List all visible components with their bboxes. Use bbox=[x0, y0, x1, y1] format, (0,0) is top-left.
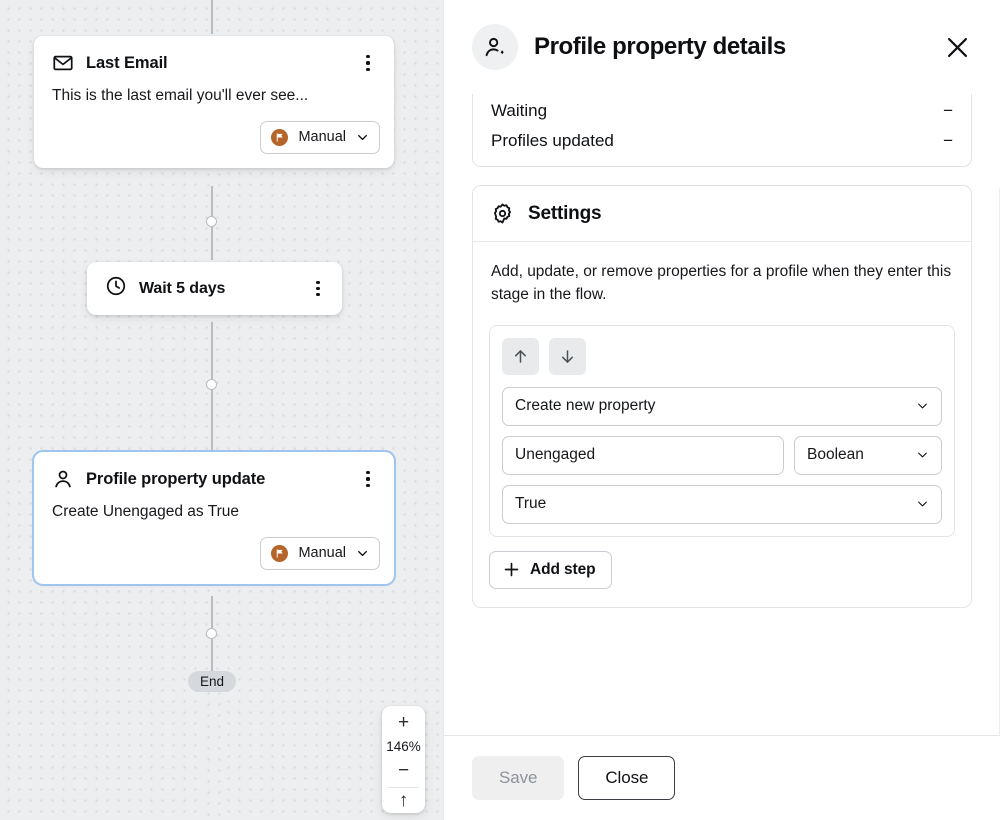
metric-value: − bbox=[943, 131, 953, 151]
add-step-button[interactable]: Add step bbox=[489, 551, 612, 589]
kebab-menu-icon[interactable] bbox=[358, 468, 378, 490]
property-name-input[interactable]: Unengaged bbox=[502, 436, 784, 475]
chevron-down-icon bbox=[916, 496, 929, 512]
panel-footer: Save Close bbox=[444, 735, 1000, 820]
property-type-value: Boolean bbox=[807, 446, 916, 464]
flow-card-title: Profile property update bbox=[86, 470, 346, 489]
chevron-down-icon bbox=[356, 547, 369, 560]
flow-card-title: Last Email bbox=[86, 54, 346, 73]
settings-title: Settings bbox=[528, 203, 601, 225]
flow-card-last-email[interactable]: Last Email This is the last email you'll… bbox=[34, 36, 394, 168]
metric-row-profiles-updated: Profiles updated − bbox=[473, 126, 971, 156]
trigger-label: Manual bbox=[298, 545, 346, 561]
flow-card-title: Wait 5 days bbox=[139, 280, 296, 298]
chevron-down-icon bbox=[916, 447, 929, 463]
connector-mask-end bbox=[200, 674, 224, 820]
metric-value: − bbox=[943, 101, 953, 121]
envelope-icon bbox=[52, 52, 74, 74]
property-name-value: Unengaged bbox=[515, 446, 771, 464]
trigger-manual-button[interactable]: Manual bbox=[260, 537, 380, 570]
kebab-menu-icon[interactable] bbox=[308, 278, 328, 300]
flow-card-body: This is the last email you'll ever see..… bbox=[34, 74, 394, 107]
arrow-down-icon[interactable] bbox=[549, 338, 586, 375]
action-select[interactable]: Create new property bbox=[502, 387, 942, 426]
clock-icon bbox=[105, 275, 127, 302]
flow-card-header: Profile property update bbox=[34, 452, 394, 490]
add-step-label: Add step bbox=[530, 561, 596, 579]
zoom-out-button[interactable]: − bbox=[382, 758, 425, 783]
flow-end-node[interactable]: End bbox=[188, 671, 236, 692]
fit-to-screen-button[interactable]: ↑ bbox=[382, 788, 425, 813]
plus-icon bbox=[502, 560, 521, 579]
chevron-down-icon bbox=[356, 131, 369, 144]
person-icon bbox=[52, 468, 74, 490]
kebab-menu-icon[interactable] bbox=[358, 52, 378, 74]
panel-content: Based on the last 30 days Waiting − Prof… bbox=[472, 94, 972, 608]
zoom-in-button[interactable]: + bbox=[382, 710, 425, 735]
action-select-value: Create new property bbox=[515, 397, 916, 415]
settings-description: Add, update, or remove properties for a … bbox=[473, 242, 971, 311]
chevron-down-icon bbox=[916, 398, 929, 414]
profile-property-details-panel: Profile property details Based on the la… bbox=[443, 0, 1000, 820]
arrow-up-icon[interactable] bbox=[502, 338, 539, 375]
flag-circle-icon bbox=[271, 129, 288, 146]
flow-card-wait[interactable]: Wait 5 days bbox=[87, 262, 342, 315]
panel-header: Profile property details bbox=[444, 0, 1000, 94]
trigger-manual-button[interactable]: Manual bbox=[260, 121, 380, 154]
step-reorder-controls bbox=[502, 338, 942, 375]
settings-header: Settings bbox=[473, 186, 971, 242]
trigger-label: Manual bbox=[298, 129, 346, 145]
panel-scroll-area[interactable]: Based on the last 30 days Waiting − Prof… bbox=[444, 94, 1000, 735]
property-value-select[interactable]: True bbox=[502, 485, 942, 524]
flow-card-body: Create Unengaged as True bbox=[34, 490, 394, 523]
metric-row-waiting: Waiting − bbox=[473, 96, 971, 126]
settings-card: Settings Add, update, or remove properti… bbox=[472, 185, 972, 608]
app-root: Last Email This is the last email you'll… bbox=[0, 0, 1000, 820]
flag-circle-icon bbox=[271, 545, 288, 562]
metric-label: Waiting bbox=[491, 101, 943, 121]
flow-card-header: Wait 5 days bbox=[87, 262, 342, 315]
close-icon[interactable] bbox=[942, 32, 972, 62]
metric-label: Profiles updated bbox=[491, 131, 943, 151]
flow-card-footer: Manual bbox=[34, 523, 394, 584]
settings-step-box: Create new property Unengaged Boolean bbox=[489, 325, 955, 537]
property-row: Unengaged Boolean bbox=[502, 436, 942, 485]
property-type-select[interactable]: Boolean bbox=[794, 436, 942, 475]
add-step-wrap: Add step bbox=[473, 537, 971, 607]
flow-card-header: Last Email bbox=[34, 36, 394, 74]
property-value-text: True bbox=[515, 495, 916, 513]
gear-icon bbox=[491, 202, 514, 225]
person-property-icon bbox=[472, 24, 518, 70]
flow-card-profile-property-update[interactable]: Profile property update Create Unengaged… bbox=[34, 452, 394, 584]
save-button[interactable]: Save bbox=[472, 756, 564, 800]
flow-canvas[interactable]: Last Email This is the last email you'll… bbox=[0, 0, 443, 820]
connector-node-2[interactable] bbox=[206, 379, 217, 390]
flow-card-footer: Manual bbox=[34, 107, 394, 168]
page-title: Profile property details bbox=[534, 33, 926, 61]
connector-node-1[interactable] bbox=[206, 216, 217, 227]
metrics-card: Based on the last 30 days Waiting − Prof… bbox=[472, 94, 972, 167]
metrics-spacer-bottom bbox=[473, 156, 971, 166]
close-button[interactable]: Close bbox=[578, 756, 675, 800]
canvas-zoom-controls[interactable]: + 146% − ↑ bbox=[382, 706, 425, 813]
zoom-level-value: 146% bbox=[382, 735, 425, 758]
connector-node-3[interactable] bbox=[206, 628, 217, 639]
